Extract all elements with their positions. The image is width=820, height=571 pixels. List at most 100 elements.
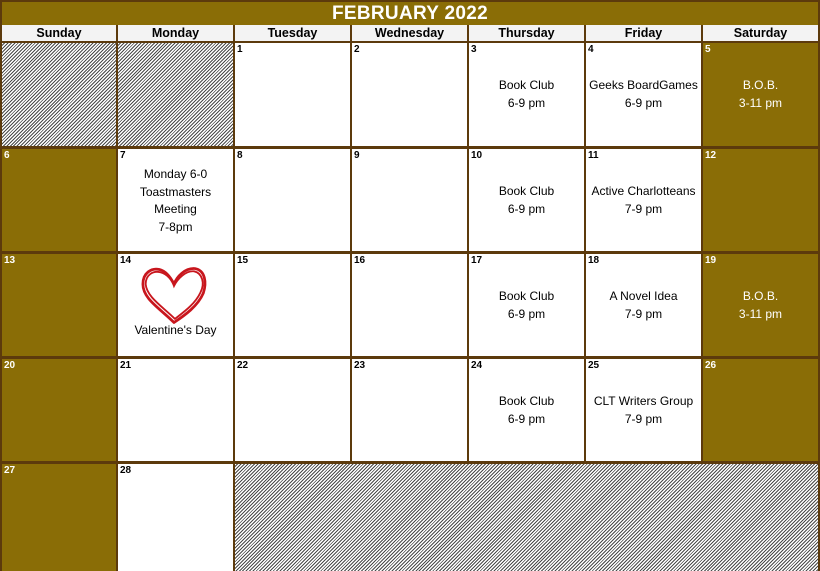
event-text: Active Charlotteans 7-9 pm — [586, 183, 701, 218]
day-number: 27 — [4, 465, 16, 476]
day-cell-20[interactable]: 20 — [2, 359, 116, 461]
event-line: 6-9 pm — [507, 411, 546, 426]
day-cell-14[interactable]: 14 Valentine's Day — [118, 254, 233, 356]
day-number: 17 — [471, 255, 483, 266]
day-number: 8 — [237, 150, 243, 161]
day-number: 24 — [471, 360, 483, 371]
day-number: 14 — [120, 255, 132, 266]
day-number: 10 — [471, 150, 483, 161]
event-line: 6-9 pm — [507, 306, 546, 321]
empty-day-cell — [235, 464, 818, 571]
day-cell-6[interactable]: 6 — [2, 149, 116, 251]
day-cell-22[interactable]: 22 — [235, 359, 350, 461]
day-number: 23 — [354, 360, 366, 371]
day-number: 5 — [705, 44, 711, 55]
day-cell-5[interactable]: 5 B.O.B. 3-11 pm — [703, 43, 818, 146]
event-text: Monday 6-0 Toastmasters Meeting 7-8pm — [118, 166, 233, 236]
day-cell-7[interactable]: 7 Monday 6-0 Toastmasters Meeting 7-8pm — [118, 149, 233, 251]
event-text: B.O.B. 3-11 pm — [703, 77, 818, 112]
event-line: 6-9 pm — [507, 95, 546, 110]
event-line: Geeks BoardGames — [589, 78, 698, 92]
day-number: 22 — [237, 360, 249, 371]
day-cell-16[interactable]: 16 — [352, 254, 467, 356]
day-number: 12 — [705, 150, 717, 161]
event-line: 3-11 pm — [738, 306, 783, 321]
day-number: 4 — [588, 44, 594, 55]
day-cell-21[interactable]: 21 — [118, 359, 233, 461]
day-cell-28[interactable]: 28 — [118, 464, 233, 571]
day-cell-17[interactable]: 17 Book Club 6-9 pm — [469, 254, 584, 356]
event-text: Valentine's Day — [118, 322, 233, 340]
day-cell-18[interactable]: 18 A Novel Idea 7-9 pm — [586, 254, 701, 356]
event-text: CLT Writers Group 7-9 pm — [586, 393, 701, 428]
event-text: Book Club 6-9 pm — [469, 77, 584, 112]
day-cell-27[interactable]: 27 — [2, 464, 116, 571]
day-cell-26[interactable]: 26 — [703, 359, 818, 461]
heart-icon — [141, 267, 207, 324]
event-line: 7-9 pm — [624, 201, 663, 216]
event-line: 7-9 pm — [624, 411, 663, 426]
event-text: B.O.B. 3-11 pm — [703, 288, 818, 323]
event-line: Book Club — [498, 289, 555, 303]
event-line: Valentine's Day — [134, 323, 217, 337]
empty-day-cell — [118, 43, 233, 146]
day-number: 1 — [237, 44, 243, 55]
day-cell-10[interactable]: 10 Book Club 6-9 pm — [469, 149, 584, 251]
day-number: 11 — [588, 150, 599, 161]
event-line: A Novel Idea — [609, 289, 678, 303]
day-header-wednesday: Wednesday — [352, 25, 467, 41]
day-number: 19 — [705, 255, 717, 266]
day-cell-12[interactable]: 12 — [703, 149, 818, 251]
day-number: 9 — [354, 150, 360, 161]
event-line: 6-9 pm — [624, 95, 663, 110]
day-number: 3 — [471, 44, 477, 55]
day-number: 7 — [120, 150, 126, 161]
event-line: 7-9 pm — [624, 306, 663, 321]
event-text: A Novel Idea 7-9 pm — [586, 288, 701, 323]
day-cell-13[interactable]: 13 — [2, 254, 116, 356]
day-number: 28 — [120, 465, 132, 476]
day-cell-25[interactable]: 25 CLT Writers Group 7-9 pm — [586, 359, 701, 461]
day-cell-23[interactable]: 23 — [352, 359, 467, 461]
event-line: Toastmasters — [139, 184, 212, 199]
event-line: Book Club — [498, 184, 555, 198]
day-header-friday: Friday — [586, 25, 701, 41]
day-number: 20 — [4, 360, 16, 371]
day-cell-4[interactable]: 4 Geeks BoardGames 6-9 pm — [586, 43, 701, 146]
day-cell-1[interactable]: 1 — [235, 43, 350, 146]
event-line: Active Charlotteans — [591, 184, 696, 198]
event-line: Monday 6-0 — [143, 167, 208, 181]
event-text: Book Club 6-9 pm — [469, 183, 584, 218]
event-line: 6-9 pm — [507, 201, 546, 216]
day-cell-8[interactable]: 8 — [235, 149, 350, 251]
event-line: Meeting — [154, 202, 197, 216]
day-cell-9[interactable]: 9 — [352, 149, 467, 251]
day-number: 16 — [354, 255, 366, 266]
day-number: 21 — [120, 360, 132, 371]
event-text: Book Club 6-9 pm — [469, 393, 584, 428]
event-line: Book Club — [498, 78, 555, 92]
event-line: 3-11 pm — [738, 95, 783, 110]
day-number: 2 — [354, 44, 360, 55]
day-header-sunday: Sunday — [2, 25, 116, 41]
calendar: FEBRUARY 2022 Sunday Monday Tuesday Wednesd… — [0, 0, 820, 571]
event-line: CLT Writers Group — [593, 394, 694, 408]
day-header-saturday: Saturday — [703, 25, 818, 41]
calendar-title: FEBRUARY 2022 — [2, 2, 818, 25]
day-cell-15[interactable]: 15 — [235, 254, 350, 356]
event-line: B.O.B. — [742, 78, 779, 92]
day-number: 26 — [705, 360, 717, 371]
day-cell-11[interactable]: 11 Active Charlotteans 7-9 pm — [586, 149, 701, 251]
day-number: 13 — [4, 255, 16, 266]
event-text: Book Club 6-9 pm — [469, 288, 584, 323]
day-cell-24[interactable]: 24 Book Club 6-9 pm — [469, 359, 584, 461]
event-text: Geeks BoardGames 6-9 pm — [586, 77, 701, 112]
day-header-monday: Monday — [118, 25, 233, 41]
day-number: 25 — [588, 360, 600, 371]
day-cell-19[interactable]: 19 B.O.B. 3-11 pm — [703, 254, 818, 356]
day-cell-3[interactable]: 3 Book Club 6-9 pm — [469, 43, 584, 146]
day-number: 15 — [237, 255, 249, 266]
event-line: Book Club — [498, 394, 555, 408]
day-number: 18 — [588, 255, 600, 266]
day-cell-2[interactable]: 2 — [352, 43, 467, 146]
